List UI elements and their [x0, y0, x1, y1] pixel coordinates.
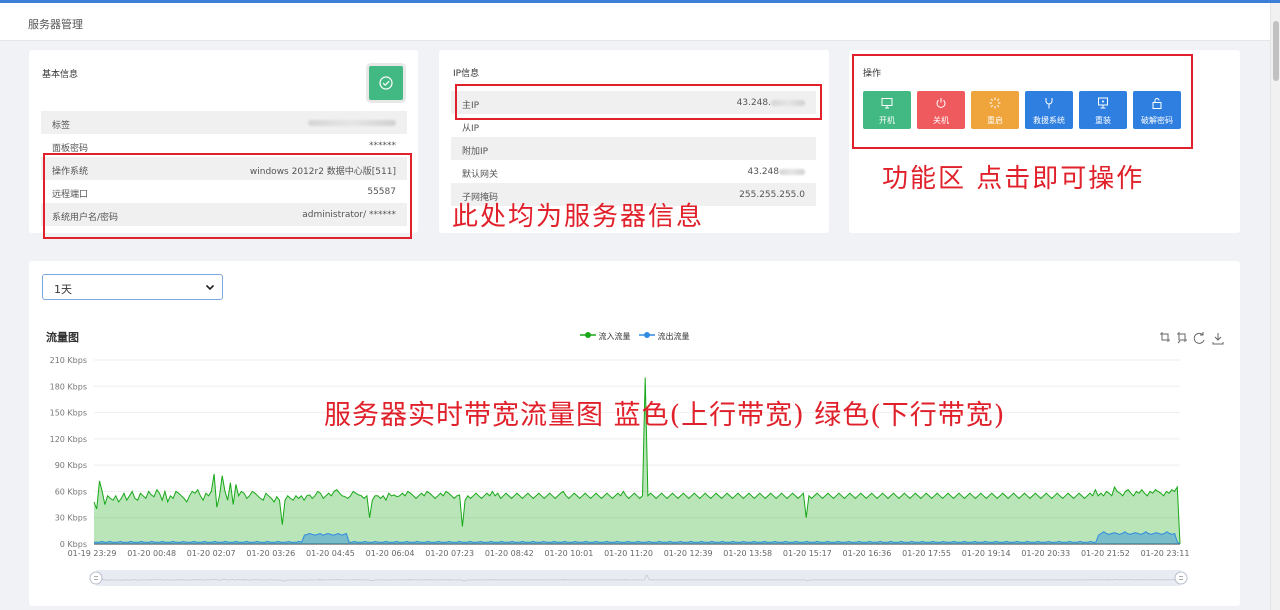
x-tick-label: 01-19 23:29 [68, 549, 117, 558]
y-tick-label: 90 Kbps [55, 461, 87, 470]
y-tick-label: 120 Kbps [50, 435, 87, 444]
zoom-handle-left[interactable] [89, 571, 103, 585]
x-tick-label: 01-20 06:04 [366, 549, 415, 558]
x-tick-label: 01-20 11:20 [604, 549, 653, 558]
x-tick-label: 01-20 02:07 [187, 549, 236, 558]
x-tick-label: 01-20 04:45 [306, 549, 355, 558]
x-tick-label: 01-20 19:14 [962, 549, 1011, 558]
status-check-button[interactable] [369, 66, 403, 100]
zoom-slider-track [96, 570, 1181, 586]
x-tick-label: 01-20 00:48 [127, 549, 176, 558]
time-range-select[interactable]: 1天 [42, 274, 223, 300]
row-value: 255.255.255.0 [739, 190, 805, 200]
zoom-handle-knob [89, 571, 103, 585]
ip-row-gateway: 默认网关 43.248 [451, 160, 816, 183]
annotation-bandwidth: 服务器实时带宽流量图 蓝色(上行带宽) 绿色(下行带宽) [324, 400, 1006, 431]
page-header: 服务器管理 [0, 3, 1270, 41]
x-tick-label: 01-20 07:23 [425, 549, 474, 558]
info-row-tag: 标签 [41, 111, 407, 134]
legend-marker-inbound [580, 332, 596, 338]
scrollbar-thumb[interactable] [1273, 21, 1279, 81]
gateway-value: 43.248 [747, 167, 780, 177]
row-value: 43.248 [747, 167, 805, 177]
y-tick-label: 30 Kbps [55, 514, 87, 523]
y-tick-label: 150 Kbps [50, 409, 87, 418]
x-tick-label: 01-20 16:36 [843, 549, 892, 558]
x-tick-label: 01-20 12:39 [664, 549, 713, 558]
annotation-function-area: 功能区 点击即可操作 [882, 164, 1145, 194]
ip-info-title: IP信息 [453, 69, 480, 79]
row-label: 从IP [462, 124, 480, 134]
y-tick-label: 60 Kbps [55, 487, 87, 496]
annotation-box-server-info [43, 153, 412, 239]
row-value-redacted [308, 118, 396, 128]
row-value: ****** [369, 141, 396, 151]
basic-info-title: 基本信息 [42, 70, 79, 80]
chevron-down-icon [205, 284, 215, 291]
y-tick-label: 180 Kbps [50, 382, 87, 391]
x-tick-label: 01-20 15:17 [783, 549, 832, 558]
row-label: 默认网关 [462, 170, 499, 180]
x-tick-label: 01-20 13:58 [723, 549, 772, 558]
annotation-box-operations [852, 54, 1193, 149]
check-circle-icon [379, 76, 393, 90]
row-label: 标签 [52, 121, 71, 131]
ip-row-additional: 附加IP [451, 137, 816, 160]
x-tick-label: 01-20 08:42 [485, 549, 534, 558]
legend-marker-outbound [639, 332, 655, 338]
traffic-chart: 0 Kbps 30 Kbps 60 Kbps 90 Kbps 120 Kbps 150 K… [50, 356, 1190, 586]
y-tick-label: 0 Kbps [60, 540, 87, 549]
x-tick-label: 01-20 17:55 [902, 549, 951, 558]
x-tick-label: 01-20 03:26 [246, 549, 295, 558]
annotation-box-main-ip [455, 84, 822, 120]
page-title: 服务器管理 [28, 18, 83, 31]
zoom-handle-right[interactable] [1174, 571, 1188, 585]
page-scrollbar[interactable] [1270, 3, 1280, 610]
x-tick-label: 01-20 20:33 [1021, 549, 1070, 558]
zoom-handle-knob [1174, 571, 1188, 585]
x-tick-label: 01-20 21:52 [1081, 549, 1130, 558]
x-tick-label: 01-20 23:11 [1141, 549, 1190, 558]
row-label: 附加IP [462, 147, 489, 157]
y-tick-label: 210 Kbps [50, 356, 87, 365]
time-range-value: 1天 [54, 283, 72, 296]
x-tick-label: 01-20 10:01 [544, 549, 593, 558]
annotation-server-info: 此处均为服务器信息 [452, 202, 705, 232]
